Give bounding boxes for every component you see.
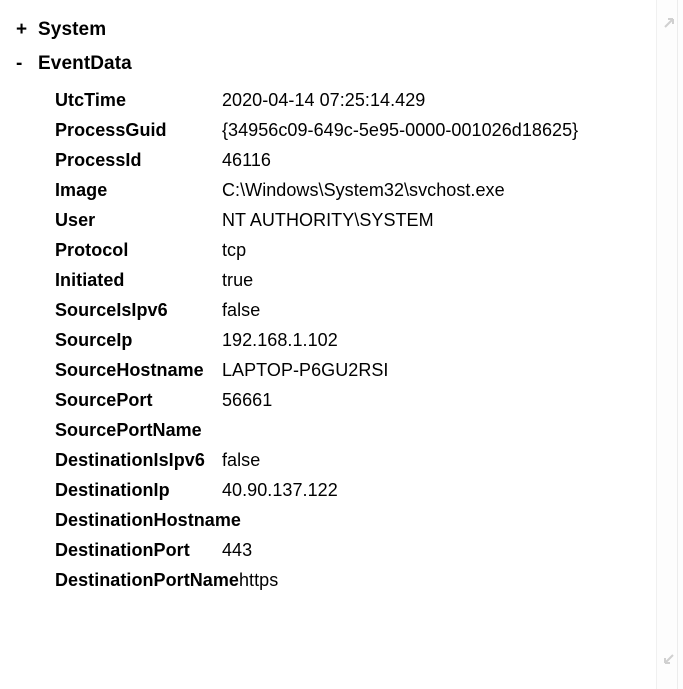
scrollbar-track[interactable]	[657, 34, 678, 654]
tree-node-label: EventData	[38, 53, 132, 74]
field-value: NT AUTHORITY\SYSTEM	[222, 210, 434, 230]
field-name: SourcePortName	[55, 420, 202, 440]
field-value: 443	[222, 540, 253, 560]
table-row: DestinationPort 443	[0, 540, 656, 570]
table-row: DestinationPortName https	[0, 570, 656, 600]
table-row: SourceIsIpv6 false	[0, 300, 656, 330]
field-name: UtcTime	[55, 90, 127, 110]
field-name: Initiated	[55, 270, 125, 290]
field-value: false	[222, 300, 261, 320]
table-row: Initiated true	[0, 270, 656, 300]
table-row: DestinationIp 40.90.137.122	[0, 480, 656, 510]
field-value: tcp	[222, 240, 247, 260]
tree-node-system[interactable]: + System	[0, 19, 656, 53]
field-value: 192.168.1.102	[222, 330, 338, 350]
field-name: SourceHostname	[55, 360, 204, 380]
field-value: C:\Windows\System32\svchost.exe	[222, 180, 505, 200]
tree-node-label: System	[38, 19, 107, 40]
scroll-up-arrow-icon[interactable]	[660, 14, 679, 33]
scroll-down-arrow-icon[interactable]	[660, 650, 679, 669]
field-value: 46116	[222, 150, 271, 170]
field-name: DestinationIp	[55, 480, 170, 500]
field-name: SourceIsIpv6	[55, 300, 168, 320]
table-row: DestinationIsIpv6 false	[0, 450, 656, 480]
tree-node-eventdata[interactable]: - EventData	[0, 53, 656, 87]
field-name: SourceIp	[55, 330, 133, 350]
table-row: SourcePortName	[0, 420, 656, 450]
table-row: Image C:\Windows\System32\svchost.exe	[0, 180, 656, 210]
field-name: SourcePort	[55, 390, 153, 410]
field-name: DestinationIsIpv6	[55, 450, 205, 470]
vertical-scrollbar[interactable]	[656, 0, 683, 689]
field-name: DestinationHostname	[55, 510, 241, 530]
field-name: DestinationPortName	[55, 570, 239, 590]
table-row: User NT AUTHORITY\SYSTEM	[0, 210, 656, 240]
field-value: 2020-04-14 07:25:14.429	[222, 90, 426, 110]
table-row: Protocol tcp	[0, 240, 656, 270]
field-name: DestinationPort	[55, 540, 190, 560]
field-name: ProcessGuid	[55, 120, 167, 140]
field-name: Image	[55, 180, 108, 200]
field-value: https	[238, 570, 279, 590]
field-value: 56661	[222, 390, 273, 410]
event-details-panel: + System - EventData UtcTime 2020-04-14 …	[0, 0, 683, 689]
table-row: SourceIp 192.168.1.102	[0, 330, 656, 360]
field-name: User	[55, 210, 96, 230]
event-detail-content: + System - EventData UtcTime 2020-04-14 …	[0, 0, 656, 689]
event-data-rows: UtcTime 2020-04-14 07:25:14.429 ProcessG…	[0, 90, 656, 600]
table-row: SourcePort 56661	[0, 390, 656, 420]
table-row: ProcessId 46116	[0, 150, 656, 180]
event-tree: + System - EventData	[0, 19, 656, 87]
table-row: UtcTime 2020-04-14 07:25:14.429	[0, 90, 656, 120]
expand-collapse-icon[interactable]: +	[16, 20, 38, 39]
field-value: false	[222, 450, 261, 470]
collapse-expand-icon[interactable]: -	[16, 54, 38, 73]
table-row: ProcessGuid {34956c09-649c-5e95-0000-001…	[0, 120, 656, 150]
field-name: Protocol	[55, 240, 129, 260]
field-value: {34956c09-649c-5e95-0000-001026d18625}	[222, 120, 579, 140]
table-row: DestinationHostname	[0, 510, 656, 540]
field-value: 40.90.137.122	[222, 480, 338, 500]
field-value: true	[222, 270, 254, 290]
field-name: ProcessId	[55, 150, 142, 170]
field-value: LAPTOP-P6GU2RSI	[222, 360, 389, 380]
table-row: SourceHostname LAPTOP-P6GU2RSI	[0, 360, 656, 390]
